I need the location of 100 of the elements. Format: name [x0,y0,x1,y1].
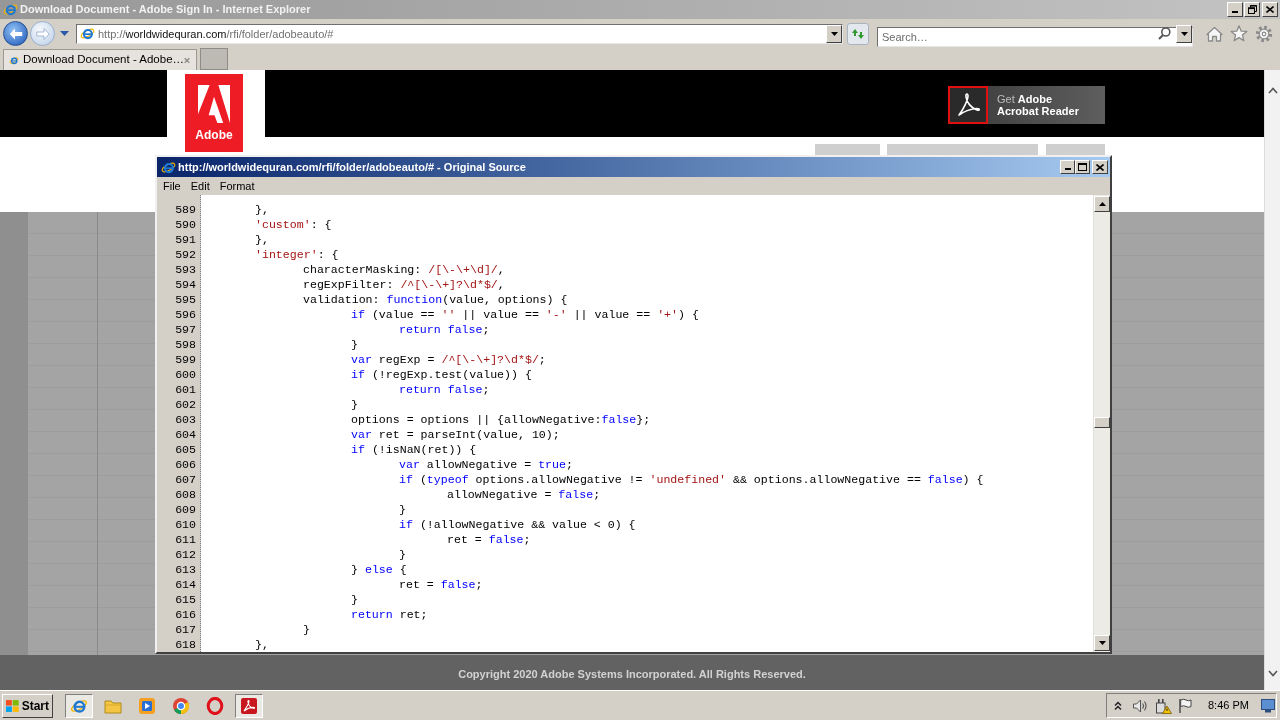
scroll-down-button[interactable] [1094,635,1110,651]
line-number: 605 [175,442,196,457]
plug-warning-icon[interactable] [1155,697,1172,714]
search-dropdown-button[interactable] [1176,24,1192,43]
line-number: 616 [175,607,196,622]
line-number: 604 [175,427,196,442]
close-icon [1096,163,1104,171]
triangle-down-icon [830,31,838,36]
windows-flag-icon [6,698,19,713]
code-line: if (typeof options.allowNegative != 'undefined' && options.allowNegative == false) { [399,473,984,486]
back-button[interactable] [3,21,28,46]
play-icon [138,696,156,715]
arrow-right-icon [35,27,50,40]
maximize-button[interactable] [1075,160,1090,174]
code-scrollbar[interactable] [1093,195,1110,652]
compatibility-button[interactable] [847,22,869,45]
window-title: Download Document - Adobe Sign In - Internet Explorer [20,2,311,17]
clock-text: 8:46 PM [1208,698,1249,714]
line-number: 594 [175,277,196,292]
minimize-button[interactable] [1227,2,1243,17]
line-number: 613 [175,562,196,577]
code-line: characterMasking: /[\-\+\d]/, [303,263,505,276]
ring-logo-icon [206,696,224,715]
menu-item[interactable]: Format [219,178,255,194]
copyright-text: Copyright 2020 Adobe Systems Incorporated. All Rights Reserved. [458,666,806,682]
line-number: 595 [175,292,196,307]
line-number: 603 [175,412,196,427]
favorites-button[interactable] [1230,24,1248,43]
code-line: }, [255,203,269,216]
close-button[interactable] [1092,160,1108,174]
chevron-down-icon [1267,670,1278,677]
close-icon[interactable] [184,55,190,65]
triangle-down-icon [1098,641,1106,645]
line-number: 601 [175,382,196,397]
line-number: 602 [175,397,196,412]
settings-button[interactable] [1255,24,1273,43]
line-number: 617 [175,622,196,637]
minimize-button[interactable] [1060,160,1075,174]
code-line: return ret; [351,608,428,621]
scroll-up-button[interactable] [1094,196,1110,212]
code-line: if (!isNaN(ret)) { [351,443,477,456]
taskbar-button[interactable] [65,693,93,718]
code-line: 'custom': { [255,218,332,231]
page-scrollbar[interactable] [1264,70,1280,690]
line-number: 614 [175,577,196,592]
search-field[interactable]: Search… [877,26,1193,47]
menu-item[interactable]: Edit [190,178,210,194]
line-number: 589 [175,202,196,217]
line-number: 597 [175,322,196,337]
search-icon[interactable] [1158,26,1171,40]
circle-logo-icon [172,696,190,715]
triangle-logo-icon [198,85,230,123]
line-number: 593 [175,262,196,277]
restore-button[interactable] [1244,2,1260,17]
code-line: regExpFilter: /^[\-\+]?\d*$/, [303,278,505,291]
minimize-icon [1064,168,1071,170]
window-title: http://worldwidequran.com/rfi/folder/adobeauto/# - Original Source [178,160,526,175]
code-line: allowNegative = false; [447,488,601,501]
code-line: if (value == '' || value == '-' || value == '+') { [351,308,699,321]
address-bar[interactable]: http://worldwidequran.com/rfi/folder/adobeauto/# [76,23,843,44]
restore-icon [1247,5,1257,14]
code-line: var ret = parseInt(value, 10); [351,428,560,441]
line-number: 591 [175,232,196,247]
code-line: if (!regExp.test(value)) { [351,368,532,381]
start-button[interactable]: Start [2,693,53,718]
e-logo-icon [80,26,95,41]
browser-tab[interactable]: Download Document - Adobe… [3,49,197,70]
line-number: 599 [175,352,196,367]
pdf-icon [240,696,258,715]
speaker-icon[interactable] [1132,697,1148,714]
code-line: } [351,593,358,606]
address-dropdown-button[interactable] [826,24,842,43]
code-line: options = options || {allowNegative:false}; [351,413,651,426]
star-icon [1230,25,1248,42]
line-number: 608 [175,487,196,502]
taskbar-button[interactable] [235,693,263,718]
triangle-down-icon [1180,31,1188,36]
menu-item[interactable]: File [163,178,181,194]
flag-icon[interactable] [1178,697,1192,714]
code-line: } [351,338,358,351]
code-line: }, [255,233,269,246]
line-number: 596 [175,307,196,322]
line-number: 592 [175,247,196,262]
code-line: ret = false; [447,533,531,546]
code-line: } [351,398,358,411]
code-line: 'integer': { [255,248,339,261]
maximize-icon [1078,163,1087,171]
code-line: } [303,623,310,636]
show-desktop-icon[interactable] [1261,698,1275,713]
line-number: 609 [175,502,196,517]
line-number: 611 [175,532,196,547]
close-button[interactable] [1262,2,1278,17]
arrow-left-icon [8,27,23,40]
logo-text: Adobe [195,128,233,142]
home-button[interactable] [1206,25,1223,42]
url-text: http://worldwidequran.com/rfi/folder/adobeauto/# [98,26,334,42]
line-number: 610 [175,517,196,532]
e-logo-icon [161,159,176,175]
get-reader-button[interactable]: Get Adobe Acrobat Reader [948,86,1105,124]
scroll-thumb[interactable] [1094,417,1110,428]
